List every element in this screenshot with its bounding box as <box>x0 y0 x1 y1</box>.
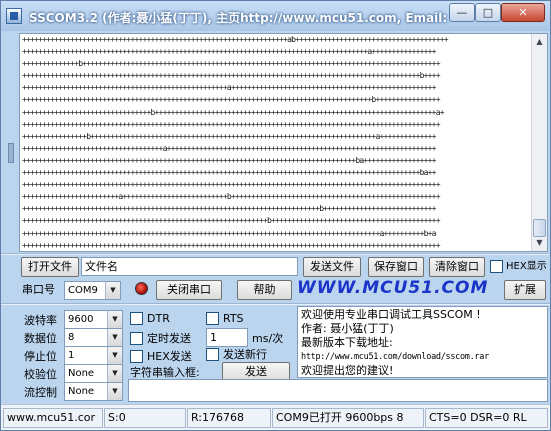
window-title: SSCOM3.2 (作者:聂小猛(丁丁), 主页http://www.mcu51… <box>29 11 449 25</box>
port-value: COM9 <box>68 285 98 296</box>
string-input-label: 字符串输入框: <box>130 366 200 379</box>
send-newline-checkbox[interactable] <box>206 348 219 361</box>
hex-display-checkbox[interactable] <box>490 260 503 273</box>
splitter-handle[interactable] <box>8 143 14 163</box>
receive-scrollbar[interactable]: ▲ ▼ <box>531 34 547 251</box>
chevron-down-icon[interactable]: ▼ <box>107 365 122 382</box>
receive-text: ++++++++++++++++++++++++++++++++++++++++… <box>22 35 449 250</box>
baud-select[interactable]: 9600 ▼ <box>64 310 123 329</box>
timed-send-checkbox[interactable] <box>130 332 143 345</box>
parity-select[interactable]: None ▼ <box>64 364 123 383</box>
info-line-feedback: 欢迎提出您的建议! <box>301 364 394 377</box>
flow-value: None <box>68 386 95 397</box>
help-button[interactable]: 帮助 <box>237 280 292 300</box>
info-line-url: http://www.mcu51.com/download/sscom.rar <box>301 352 489 362</box>
receive-area[interactable]: ++++++++++++++++++++++++++++++++++++++++… <box>19 33 548 252</box>
dtr-checkbox[interactable] <box>130 312 143 325</box>
info-line-download: 最新版本下载地址: <box>301 336 393 349</box>
send-newline-label: 发送新行 <box>223 348 267 361</box>
save-window-button[interactable]: 保存窗口 <box>368 257 424 277</box>
filename-field[interactable]: 文件名 <box>81 257 298 276</box>
stopbits-value: 1 <box>68 350 75 361</box>
stopbits-label: 停止位 <box>24 350 57 363</box>
baud-label: 波特率 <box>24 314 57 327</box>
status-bar: www.mcu51.cor S:0 R:176768 COM9已打开 9600b… <box>1 404 550 430</box>
stopbits-select[interactable]: 1 ▼ <box>64 346 123 365</box>
expand-button[interactable]: 扩展 <box>504 280 546 300</box>
timed-send-label: 定时发送 <box>147 332 191 345</box>
app-window: SSCOM3.2 (作者:聂小猛(丁丁), 主页http://www.mcu51… <box>0 0 551 431</box>
parity-value: None <box>68 368 95 379</box>
site-logo: WWW.MCU51.COM <box>297 278 489 298</box>
scroll-up-icon[interactable]: ▲ <box>533 35 546 49</box>
app-icon <box>6 8 22 24</box>
databits-label: 数据位 <box>24 332 57 345</box>
rts-label: RTS <box>223 312 244 325</box>
chevron-down-icon[interactable]: ▼ <box>107 311 122 328</box>
chevron-down-icon[interactable]: ▼ <box>107 347 122 364</box>
info-line-welcome: 欢迎使用专业串口调试工具SSCOM ! <box>301 308 481 321</box>
info-line-author: 作者: 聂小猛(丁丁) <box>301 322 394 335</box>
databits-select[interactable]: 8 ▼ <box>64 328 123 347</box>
maximize-button[interactable]: □ <box>475 3 501 22</box>
status-sent: S:0 <box>104 408 186 428</box>
chevron-down-icon[interactable]: ▼ <box>107 329 122 346</box>
port-label: 串口号 <box>22 283 55 296</box>
hex-send-checkbox[interactable] <box>130 350 143 363</box>
left-splitter[interactable] <box>1 33 19 252</box>
interval-input[interactable]: 1 <box>206 328 248 347</box>
dtr-label: DTR <box>147 312 170 325</box>
send-file-button[interactable]: 发送文件 <box>303 257 361 277</box>
title-bar[interactable]: SSCOM3.2 (作者:聂小猛(丁丁), 主页http://www.mcu51… <box>1 1 550 31</box>
close-port-button[interactable]: 关闭串口 <box>156 280 222 300</box>
rts-checkbox[interactable] <box>206 312 219 325</box>
chevron-down-icon[interactable]: ▼ <box>105 282 120 299</box>
info-panel: 欢迎使用专业串口调试工具SSCOM ! 作者: 聂小猛(丁丁) 最新版本下载地址… <box>297 306 548 378</box>
status-port: COM9已打开 9600bps 8 <box>272 408 424 428</box>
send-input[interactable] <box>128 379 548 402</box>
minimize-button[interactable]: — <box>449 3 475 22</box>
status-site: www.mcu51.cor <box>3 408 103 428</box>
scroll-down-icon[interactable]: ▼ <box>533 236 546 250</box>
interval-unit: ms/次 <box>252 332 284 345</box>
open-file-button[interactable]: 打开文件 <box>21 257 79 277</box>
status-lines: CTS=0 DSR=0 RL <box>425 408 548 428</box>
parity-label: 校验位 <box>24 368 57 381</box>
flow-select[interactable]: None ▼ <box>64 382 123 401</box>
close-button[interactable]: ✕ <box>501 3 545 22</box>
divider <box>1 303 550 305</box>
databits-value: 8 <box>68 332 75 343</box>
scroll-thumb[interactable] <box>533 219 546 237</box>
hex-send-label: HEX发送 <box>147 350 192 363</box>
divider <box>1 253 550 255</box>
baud-value: 9600 <box>68 314 94 325</box>
clear-window-button[interactable]: 清除窗口 <box>429 257 485 277</box>
flow-label: 流控制 <box>24 386 57 399</box>
port-select[interactable]: COM9 ▼ <box>64 281 121 300</box>
status-received: R:176768 <box>187 408 271 428</box>
hex-display-label: HEX显示 <box>506 261 547 272</box>
chevron-down-icon[interactable]: ▼ <box>107 383 122 400</box>
port-status-led-icon <box>135 282 148 295</box>
